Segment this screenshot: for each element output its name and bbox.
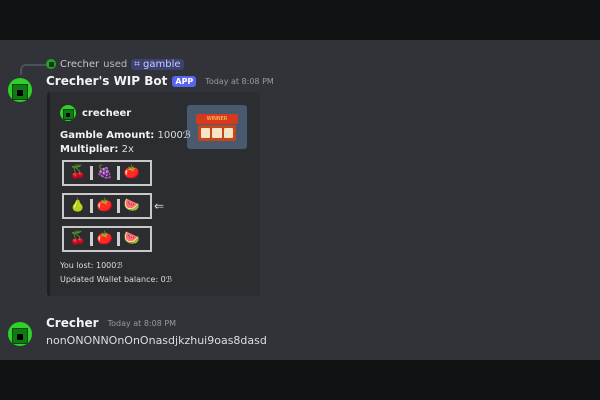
reel-separator (90, 166, 93, 180)
user-message-header: Crecher Today at 8:08 PM (46, 316, 176, 330)
wallet-balance-text: Updated Wallet balance: 0ℬ (60, 275, 173, 284)
reel-symbol: 🍅 (96, 198, 114, 213)
reply-username[interactable]: Crecher (60, 59, 99, 70)
reel-symbol: 🍉 (123, 198, 141, 213)
embed-author: crecheer (60, 105, 131, 121)
gamble-amount-field: Gamble Amount: 1000ℬ (60, 130, 191, 141)
gamble-amount-label: Gamble Amount: (60, 130, 155, 141)
reply-avatar[interactable] (46, 59, 56, 69)
slot-machine-icon (198, 125, 236, 141)
gamble-embed: crecheer WINNER Gamble Amount: 1000ℬ Mul… (47, 92, 260, 296)
thumbnail-sign: WINNER (196, 114, 238, 124)
gamble-amount-value: 1000ℬ (157, 130, 191, 141)
reel-row-1: 🍒 🍇 🍅 (62, 160, 152, 186)
reel-symbol: 🍐 (69, 198, 87, 213)
multiplier-field: Multiplier: 2x (60, 144, 134, 155)
embed-author-avatar (60, 105, 76, 121)
reel-separator (90, 232, 93, 246)
multiplier-value: 2x (121, 144, 134, 155)
reel-separator (117, 232, 120, 246)
loss-text: You lost: 1000ℬ (60, 261, 123, 270)
slot-reels: 🍒 🍇 🍅 🍐 🍅 🍉 ⇐ 🍒 🍅 🍉 (62, 160, 164, 259)
reel-symbol: 🍅 (96, 231, 114, 246)
command-mention[interactable]: ⌗ gamble (131, 58, 184, 70)
reel-symbol: 🍒 (69, 231, 87, 246)
reel-row-3: 🍒 🍅 🍉 (62, 226, 152, 252)
reel-row-2: 🍐 🍅 🍉 ⇐ (62, 193, 164, 219)
chat-area: Crecher used ⌗ gamble Crecher's WIP Bot … (0, 40, 600, 360)
reply-reference[interactable]: Crecher used ⌗ gamble (46, 57, 184, 71)
user-avatar[interactable] (8, 322, 32, 346)
user-timestamp[interactable]: Today at 8:08 PM (108, 319, 177, 328)
bot-timestamp[interactable]: Today at 8:08 PM (205, 77, 274, 86)
slash-command-icon: ⌗ (134, 58, 140, 70)
reel-separator (117, 199, 120, 213)
payline-arrow-icon: ⇐ (153, 199, 164, 213)
bot-username[interactable]: Crecher's WIP Bot (46, 74, 167, 88)
reel-symbol: 🍇 (96, 165, 114, 180)
reply-used-text: used (103, 58, 128, 70)
embed-author-name: crecheer (82, 107, 132, 119)
avatar-cube-icon (63, 109, 74, 120)
reel-symbol: 🍅 (123, 165, 141, 180)
slot-machine-thumbnail[interactable]: WINNER (187, 105, 247, 149)
bot-avatar[interactable] (8, 78, 32, 102)
multiplier-label: Multiplier: (60, 144, 119, 155)
reel-separator (117, 166, 120, 180)
reel-symbol: 🍒 (69, 165, 87, 180)
user-username[interactable]: Crecher (46, 316, 99, 330)
user-message-text: nonONONNOnOnOnasdjkzhui9oas8dasd (46, 334, 267, 347)
reply-connector (20, 64, 46, 75)
bot-message-header: Crecher's WIP Bot APP Today at 8:08 PM (46, 74, 274, 88)
app-badge: APP (172, 75, 197, 87)
avatar-cube-icon (12, 84, 28, 100)
avatar-cube-icon (12, 328, 28, 344)
command-name: gamble (143, 58, 181, 70)
reel-symbol: 🍉 (123, 231, 141, 246)
reel-separator (90, 199, 93, 213)
